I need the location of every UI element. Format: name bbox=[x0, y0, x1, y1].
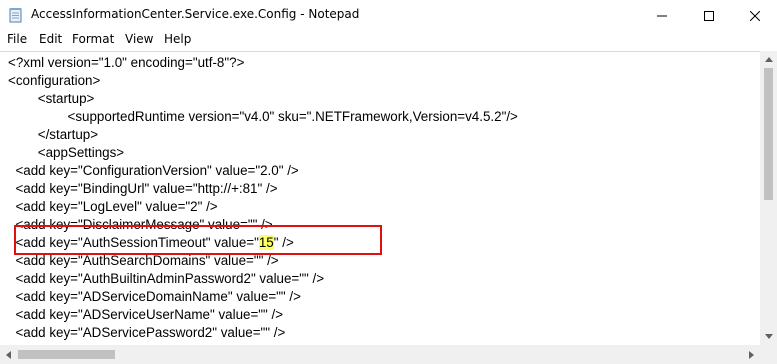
maximize-button[interactable] bbox=[686, 0, 732, 30]
code-line: <?xml version="1.0" encoding="utf-8"?> bbox=[8, 55, 245, 70]
maximize-icon bbox=[704, 6, 714, 25]
menu-bar: File Edit Format View Help bbox=[0, 30, 777, 50]
vertical-scrollbar[interactable] bbox=[760, 51, 777, 345]
code-line: <add key="ADServiceUserName" value="" /> bbox=[8, 307, 284, 322]
notepad-icon bbox=[9, 7, 23, 23]
scroll-left-icon[interactable] bbox=[0, 345, 17, 364]
close-button[interactable] bbox=[732, 0, 777, 30]
code-line: <add key="AuthBuiltinAdminPassword2" val… bbox=[8, 271, 325, 286]
code-line: <add key="ADServicePassword2" value="" /… bbox=[8, 325, 286, 340]
menu-file[interactable]: File bbox=[7, 32, 27, 46]
code-line: <configuration> bbox=[8, 73, 101, 88]
minimize-icon bbox=[657, 6, 667, 25]
menu-view[interactable]: View bbox=[125, 32, 153, 46]
menu-format[interactable]: Format bbox=[72, 32, 114, 46]
scroll-right-icon[interactable] bbox=[743, 345, 760, 364]
annotation-highlight-box bbox=[14, 225, 382, 255]
horizontal-scrollbar[interactable] bbox=[0, 345, 760, 364]
code-line: </startup> bbox=[8, 127, 99, 142]
horizontal-scroll-thumb[interactable] bbox=[18, 350, 115, 359]
window-title: AccessInformationCenter.Service.exe.Conf… bbox=[31, 7, 360, 21]
scroll-up-icon[interactable] bbox=[760, 51, 777, 68]
title-bar[interactable]: AccessInformationCenter.Service.exe.Conf… bbox=[0, 0, 777, 30]
code-line: <startup> bbox=[8, 91, 95, 106]
menu-edit[interactable]: Edit bbox=[39, 32, 62, 46]
vertical-scroll-thumb[interactable] bbox=[764, 68, 773, 200]
text-editor[interactable]: <?xml version="1.0" encoding="utf-8"?> <… bbox=[0, 51, 760, 346]
code-line: <add key="BindingUrl" value="http://+:81… bbox=[8, 181, 278, 196]
menu-help[interactable]: Help bbox=[164, 32, 191, 46]
minimize-button[interactable] bbox=[639, 0, 685, 30]
close-icon bbox=[749, 6, 761, 25]
code-line: <appSettings> bbox=[8, 145, 125, 160]
code-line: <supportedRuntime version="v4.0" sku=".N… bbox=[8, 109, 518, 124]
code-line: <add key="ConfigurationVersion" value="2… bbox=[8, 163, 299, 178]
code-line: <add key="LogLevel" value="2" /> bbox=[8, 199, 218, 214]
code-line: <add key="ADServiceDomainName" value="" … bbox=[8, 289, 301, 304]
scroll-down-icon[interactable] bbox=[760, 328, 777, 345]
scrollbar-corner bbox=[760, 345, 777, 364]
